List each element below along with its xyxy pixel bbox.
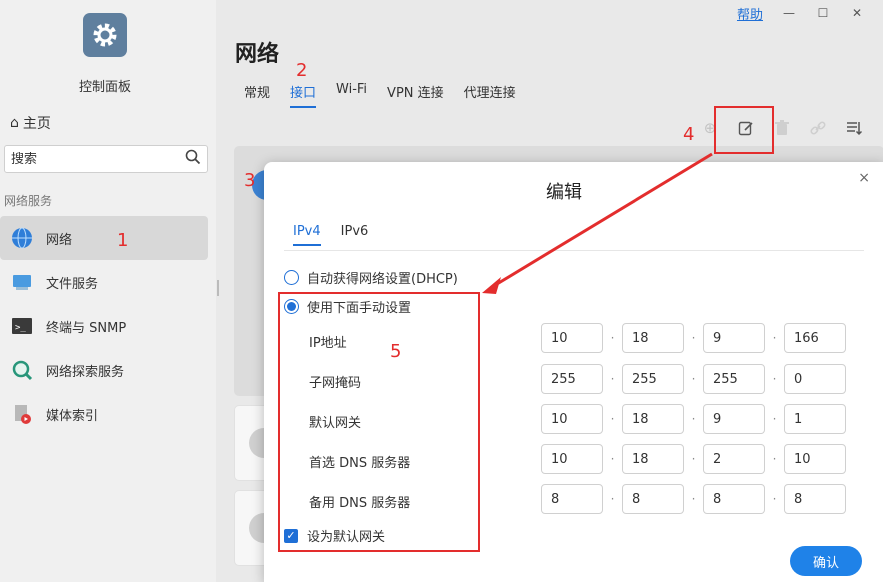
home-link[interactable]: ⌂ 主页 xyxy=(10,113,51,133)
gateway-octet-1[interactable] xyxy=(541,404,603,434)
mask-octet-3[interactable] xyxy=(703,364,765,394)
sidebar-item-media-index[interactable]: 媒体索引 xyxy=(0,392,208,436)
annotation-label: 1 xyxy=(117,230,129,251)
annotation-label: 4 xyxy=(683,124,695,145)
alternate-dns-inputs: · · · xyxy=(541,484,846,514)
tabs-divider xyxy=(284,250,864,251)
magnifier-icon xyxy=(10,358,34,382)
maximize-button[interactable]: ☐ xyxy=(815,5,831,21)
dialog-title: 编辑 xyxy=(546,182,582,203)
dns2-octet-2[interactable] xyxy=(622,484,684,514)
sidebar-item-label: 终端与 SNMP xyxy=(46,320,127,336)
close-window-button[interactable]: ✕ xyxy=(849,5,865,21)
ip-octet-4[interactable] xyxy=(784,323,846,353)
control-panel-logo-icon xyxy=(83,13,127,57)
help-link[interactable]: 帮助 xyxy=(737,4,763,23)
dhcp-label: 自动获得网络设置(DHCP) xyxy=(307,272,458,287)
dns1-octet-4[interactable] xyxy=(784,444,846,474)
terminal-icon: >_ xyxy=(10,314,34,338)
ip-octet-3[interactable] xyxy=(703,323,765,353)
ip-address-inputs: · · · xyxy=(541,323,846,353)
annotation-box-manual-settings xyxy=(278,292,480,552)
sidebar-item-file-services[interactable]: 文件服务 xyxy=(0,260,208,304)
sort-icon[interactable] xyxy=(844,118,864,138)
media-index-icon xyxy=(10,402,34,426)
tab-ipv4[interactable]: IPv4 xyxy=(293,224,321,246)
tab-ipv6[interactable]: IPv6 xyxy=(341,224,369,246)
dns2-octet-1[interactable] xyxy=(541,484,603,514)
annotation-box-edit xyxy=(714,106,774,154)
page-title: 网络 xyxy=(235,42,280,67)
globe-icon xyxy=(10,226,34,250)
main-tabs: 常规 接口 Wi-Fi VPN 连接 代理连接 xyxy=(244,82,516,108)
annotation-label: 3 xyxy=(244,170,256,191)
sidebar-resize-handle[interactable] xyxy=(217,280,219,296)
sidebar-item-label: 媒体索引 xyxy=(46,408,99,424)
dns1-octet-3[interactable] xyxy=(703,444,765,474)
home-label: 主页 xyxy=(22,116,51,132)
annotation-label: 5 xyxy=(390,341,402,362)
svg-text:>_: >_ xyxy=(15,323,26,333)
ip-octet-2[interactable] xyxy=(622,323,684,353)
confirm-button[interactable]: 确认 xyxy=(790,546,862,576)
home-icon: ⌂ xyxy=(10,115,19,131)
dhcp-option[interactable]: 自动获得网络设置(DHCP) xyxy=(284,268,458,287)
title-bar: 帮助 — ☐ ✕ xyxy=(737,0,883,26)
dns1-octet-1[interactable] xyxy=(541,444,603,474)
minimize-button[interactable]: — xyxy=(781,5,797,21)
gateway-octet-3[interactable] xyxy=(703,404,765,434)
mask-octet-2[interactable] xyxy=(622,364,684,394)
mask-octet-1[interactable] xyxy=(541,364,603,394)
dns1-octet-2[interactable] xyxy=(622,444,684,474)
close-icon[interactable]: × xyxy=(858,170,870,186)
link-icon[interactable] xyxy=(808,118,828,138)
dhcp-radio[interactable] xyxy=(284,270,299,285)
sidebar-item-terminal-snmp[interactable]: >_ 终端与 SNMP xyxy=(0,304,208,348)
section-title-network-services: 网络服务 xyxy=(4,194,53,208)
tab-proxy[interactable]: 代理连接 xyxy=(464,82,516,108)
sidebar-item-label: 文件服务 xyxy=(46,276,99,292)
annotation-label: 2 xyxy=(296,60,308,81)
mask-octet-4[interactable] xyxy=(784,364,846,394)
sidebar-item-network-discovery[interactable]: 网络探索服务 xyxy=(0,348,208,392)
sidebar-search[interactable] xyxy=(4,145,208,173)
sidebar-item-network[interactable]: 网络 xyxy=(0,216,208,260)
delete-icon[interactable] xyxy=(772,118,792,138)
gateway-octet-2[interactable] xyxy=(622,404,684,434)
subnet-mask-inputs: · · · xyxy=(541,364,846,394)
gateway-inputs: · · · xyxy=(541,404,846,434)
tab-general[interactable]: 常规 xyxy=(244,82,270,108)
tab-interface[interactable]: 接口 xyxy=(290,82,317,108)
dns2-octet-3[interactable] xyxy=(703,484,765,514)
preferred-dns-inputs: · · · xyxy=(541,444,846,474)
search-icon[interactable] xyxy=(185,149,201,169)
tab-wifi[interactable]: Wi-Fi xyxy=(336,82,367,108)
dns2-octet-4[interactable] xyxy=(784,484,846,514)
file-services-icon xyxy=(10,270,34,294)
ip-octet-1[interactable] xyxy=(541,323,603,353)
sidebar-item-label: 网络探索服务 xyxy=(46,364,125,380)
sidebar: 控制面板 ⌂ 主页 网络服务 网络 文件服务 >_ 终端与 SNMP 网络探索服… xyxy=(0,0,216,582)
sidebar-item-label: 网络 xyxy=(46,232,73,248)
search-input[interactable] xyxy=(11,151,185,167)
app-name: 控制面板 xyxy=(78,80,131,95)
gateway-octet-4[interactable] xyxy=(784,404,846,434)
tab-vpn[interactable]: VPN 连接 xyxy=(387,82,444,108)
ip-version-tabs: IPv4 IPv6 xyxy=(293,224,368,246)
